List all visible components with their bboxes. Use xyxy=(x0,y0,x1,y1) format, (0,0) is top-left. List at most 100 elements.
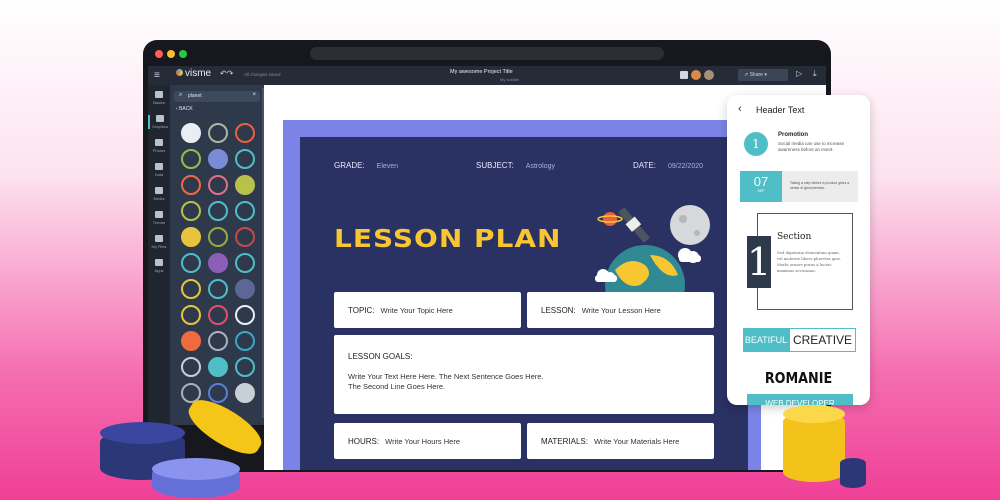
lesson-field[interactable]: LESSON: Write Your Lesson Here xyxy=(527,292,714,328)
sidebar-item-my-files[interactable]: My Files xyxy=(148,235,170,249)
sidebar-item-apps[interactable]: Apps xyxy=(148,259,170,273)
notes-icon[interactable] xyxy=(680,71,688,79)
lesson-plan-title[interactable]: LESSON PLAN xyxy=(334,224,562,254)
share-button[interactable]: ⇗ Share ▾ xyxy=(738,69,788,81)
navy-cylinder-top xyxy=(100,422,185,444)
globe-hand-icon[interactable] xyxy=(181,201,201,221)
sidebar-item-data[interactable]: Data xyxy=(148,163,170,177)
sidebar-item-media[interactable]: Media xyxy=(148,187,170,201)
globe-people-icon[interactable] xyxy=(208,383,228,403)
save-status: All changes saved xyxy=(244,72,281,77)
globe-frame-icon[interactable] xyxy=(235,253,255,273)
globe-dark-icon[interactable] xyxy=(235,279,255,299)
play-icon[interactable]: ▷ xyxy=(796,69,802,78)
rocket-pink-icon[interactable] xyxy=(208,175,228,195)
mars-rover-icon[interactable] xyxy=(181,279,201,299)
url-bar[interactable] xyxy=(310,47,664,60)
minimize-window-dot[interactable] xyxy=(167,50,175,58)
theme-icon xyxy=(155,211,163,218)
project-title[interactable]: My awesome Project Title xyxy=(450,69,513,75)
sidebar-item-graphics[interactable]: Graphics xyxy=(148,115,170,129)
sidebar-item-label: My Files xyxy=(151,244,167,249)
planet-yellow-icon[interactable] xyxy=(181,227,201,247)
grade-field[interactable]: GRADE: Eleven xyxy=(334,161,398,170)
logo-text: visme xyxy=(185,68,212,79)
search-input[interactable]: planet ⌕ × xyxy=(174,91,260,102)
download-icon[interactable]: ⤓ xyxy=(813,69,817,79)
globe-rotate-icon[interactable] xyxy=(235,201,255,221)
globe-gray-icon[interactable] xyxy=(208,331,228,351)
hours-field[interactable]: HOURS: Write Your Hours Here xyxy=(334,423,521,459)
apps-icon xyxy=(155,259,163,266)
graphics-icon xyxy=(156,115,164,122)
globe-outline-icon[interactable] xyxy=(235,149,255,169)
banner-label[interactable]: WEB DEVELOPER xyxy=(747,394,853,405)
card-title: Header Text xyxy=(756,105,805,115)
date-day: 07 xyxy=(753,174,769,189)
data-icon xyxy=(155,163,163,170)
materials-field[interactable]: MATERIALS: Write Your Materials Here xyxy=(527,423,714,459)
clear-search-icon[interactable]: × xyxy=(252,92,256,98)
media-icon xyxy=(155,187,163,194)
rocket-green-icon[interactable] xyxy=(181,149,201,169)
earth-small-icon[interactable] xyxy=(181,253,201,273)
globe-small-icon[interactable] xyxy=(208,201,228,221)
date-field[interactable]: DATE: 09/22/2020 xyxy=(633,161,703,170)
romanie-label[interactable]: ROMANIE xyxy=(738,369,860,387)
cart-globe-icon[interactable] xyxy=(181,331,201,351)
project-subtitle[interactable]: My subtitle xyxy=(500,77,519,82)
sidebar-item-basics[interactable]: Basics xyxy=(148,91,170,105)
moon-base-icon[interactable] xyxy=(235,305,255,325)
subject-field[interactable]: SUBJECT: Astrology xyxy=(476,161,555,170)
promo-title[interactable]: Promotion xyxy=(778,132,808,138)
maximize-window-dot[interactable] xyxy=(179,50,187,58)
avatar[interactable] xyxy=(691,70,701,80)
planet-green-icon[interactable] xyxy=(208,227,228,247)
planet-ring-white-icon[interactable] xyxy=(181,123,201,143)
globe-red-icon[interactable] xyxy=(235,227,255,247)
creative-label[interactable]: CREATIVE xyxy=(789,328,856,352)
globe-card-icon[interactable] xyxy=(208,279,228,299)
laptop-globe-icon[interactable] xyxy=(235,357,255,377)
small-navy-cylinder-decoration xyxy=(840,458,866,488)
subject-value: Astrology xyxy=(525,163,555,170)
globe-pin-icon[interactable] xyxy=(235,175,255,195)
visme-logo-icon xyxy=(176,69,183,76)
space-shuttle-icon[interactable] xyxy=(208,149,228,169)
globe-network-icon[interactable] xyxy=(208,357,228,377)
promo-text[interactable]: Social media can use to increase awarene… xyxy=(778,141,858,153)
avatar[interactable] xyxy=(704,70,714,80)
sidebar-item-theme[interactable]: Theme xyxy=(148,211,170,225)
planet-cloud-icon[interactable] xyxy=(181,357,201,377)
hours-label: HOURS: xyxy=(348,436,380,446)
close-window-dot[interactable] xyxy=(155,50,163,58)
date-badge: 07 SEP xyxy=(740,171,782,202)
left-icon-rail: Basics Graphics Photos Data Media Theme My Fil… xyxy=(148,85,170,425)
moon-icon xyxy=(670,205,710,245)
phone-globe-icon[interactable] xyxy=(181,305,201,325)
grade-label: GRADE: xyxy=(334,161,365,170)
earth-blue-icon[interactable] xyxy=(235,331,255,351)
beatiful-label[interactable]: BEATIFUL xyxy=(743,328,789,352)
back-chevron-icon[interactable]: ‹ xyxy=(738,103,742,115)
undo-redo-icon[interactable]: ↶↷ xyxy=(220,69,233,78)
tag-globe-icon[interactable] xyxy=(208,253,228,273)
section-text: Sed dignissim elementum quam, vel molest… xyxy=(777,250,841,273)
globe-device-icon[interactable] xyxy=(235,383,255,403)
sidebar-item-photos[interactable]: Photos xyxy=(148,139,170,153)
back-button[interactable]: ‹ BACK xyxy=(176,106,193,112)
globe-grid-icon[interactable] xyxy=(208,123,228,143)
lesson-goals-field[interactable]: LESSON GOALS: Write Your Text Here Here.… xyxy=(334,335,714,414)
menu-icon[interactable]: ≡ xyxy=(154,70,160,81)
topic-field[interactable]: TOPIC: Write Your Topic Here xyxy=(334,292,521,328)
lesson-label: LESSON: xyxy=(541,305,576,315)
share-label: Share xyxy=(749,72,763,78)
flag-planet-icon[interactable] xyxy=(208,305,228,325)
back-label: BACK xyxy=(179,106,193,112)
rocket-orange-icon[interactable] xyxy=(181,175,201,195)
grade-value: Eleven xyxy=(376,163,399,170)
earth-icon xyxy=(605,245,685,295)
topic-label: TOPIC: xyxy=(348,305,375,315)
saturn-icon[interactable] xyxy=(235,123,255,143)
topic-value: Write Your Topic Here xyxy=(380,305,453,315)
